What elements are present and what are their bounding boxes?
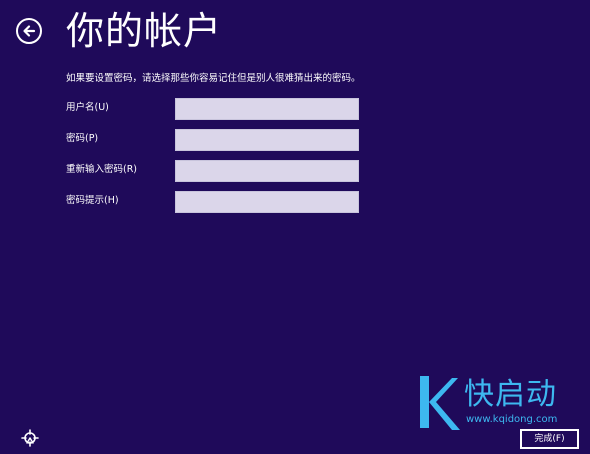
k-logo-icon — [416, 372, 460, 432]
back-arrow-icon — [21, 23, 37, 39]
finish-button[interactable]: 完成(F) — [520, 429, 579, 449]
password-hint-row: 密码提示(H) — [66, 191, 366, 213]
reenter-password-input[interactable] — [175, 160, 359, 182]
password-hint-input[interactable] — [175, 191, 359, 213]
password-input[interactable] — [175, 129, 359, 151]
watermark-brand: 快启动 — [464, 377, 557, 412]
password-hint-label: 密码提示(H) — [66, 195, 119, 206]
ease-of-access-icon[interactable] — [20, 428, 40, 448]
password-label: 密码(P) — [66, 133, 99, 144]
username-input[interactable] — [175, 98, 359, 120]
reenter-password-row: 重新输入密码(R) — [66, 160, 366, 182]
username-label: 用户名(U) — [66, 102, 109, 113]
username-row: 用户名(U) — [66, 98, 366, 120]
password-row: 密码(P) — [66, 129, 366, 151]
watermark-logo: 快启动 www.kqidong.com — [416, 372, 576, 432]
page-title: 你的帐户 — [66, 9, 223, 53]
reenter-password-label: 重新输入密码(R) — [66, 164, 138, 175]
back-button[interactable] — [16, 18, 42, 44]
instruction-text: 如果要设置密码，请选择那些你容易记住但是别人很难猜出来的密码。 — [66, 73, 361, 84]
watermark-url: www.kqidong.com — [466, 414, 558, 425]
